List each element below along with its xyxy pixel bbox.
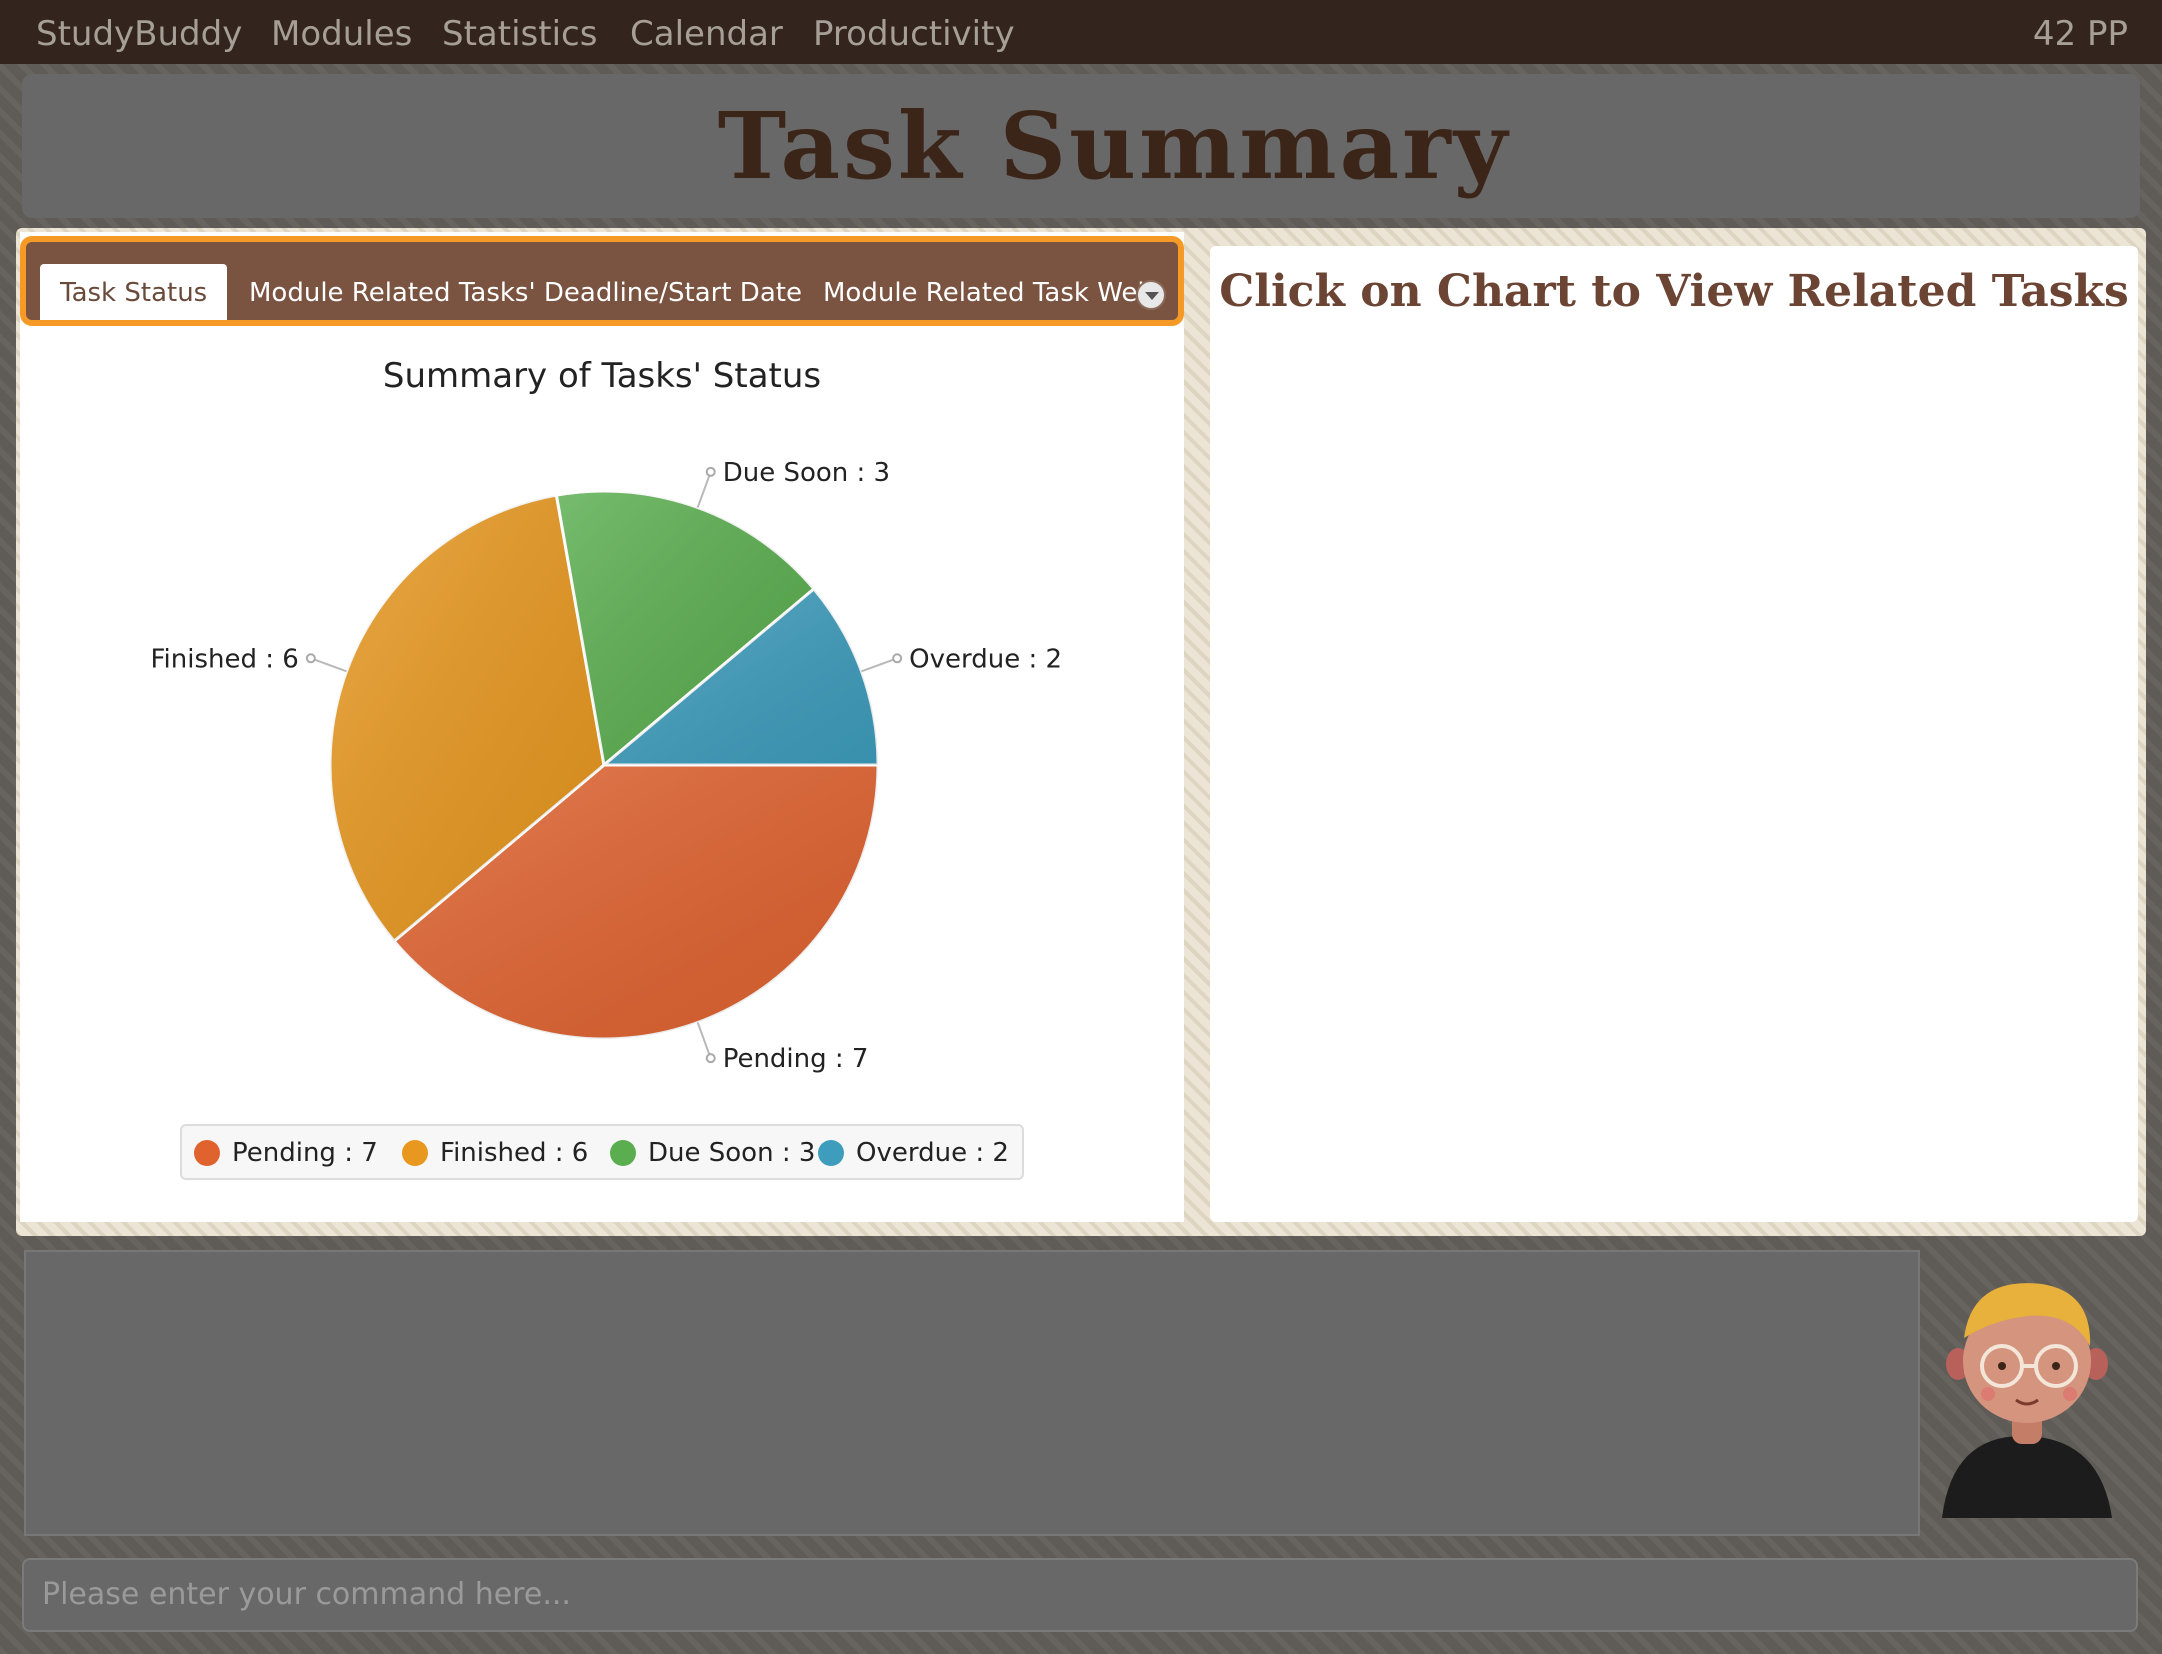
legend-dot-pending — [194, 1140, 220, 1166]
pie-label-due-soon: Due Soon : 3 — [723, 458, 890, 488]
pie-leader-dot-due-soon — [705, 466, 716, 477]
legend-item-overdue: Overdue : 2 — [818, 1126, 1009, 1178]
legend-dot-due-soon — [610, 1140, 636, 1166]
pie-leader-line-finished — [310, 657, 347, 673]
legend-dot-overdue — [818, 1140, 844, 1166]
legend-label-pending: Pending : 7 — [232, 1138, 378, 1168]
pie-leader-line-due-soon — [696, 471, 712, 508]
pie-label-overdue: Overdue : 2 — [909, 644, 1062, 674]
legend-item-pending: Pending : 7 — [194, 1126, 378, 1178]
legend-label-overdue: Overdue : 2 — [856, 1138, 1009, 1168]
related-tasks-heading: Click on Chart to View Related Tasks — [1219, 266, 2129, 317]
legend-item-finished: Finished : 6 — [402, 1126, 588, 1178]
legend-item-due-soon: Due Soon : 3 — [610, 1126, 815, 1178]
legend-label-due-soon: Due Soon : 3 — [648, 1138, 816, 1168]
pie-label-finished: Finished : 6 — [150, 644, 298, 674]
legend-dot-finished — [402, 1140, 428, 1166]
chart-legend: Pending : 7 Finished : 6 Due Soon : 3 Ov… — [180, 1124, 1024, 1180]
command-input[interactable]: Please enter your command here... — [22, 1558, 2138, 1632]
result-display — [24, 1250, 1920, 1536]
pie-leader-dot-pending — [705, 1053, 716, 1064]
pie-label-pending: Pending : 7 — [723, 1044, 869, 1074]
pie-leader-dot-finished — [305, 653, 316, 664]
legend-label-finished: Finished : 6 — [440, 1138, 589, 1168]
pie-leader-line-overdue — [861, 657, 898, 673]
related-tasks-pane — [1210, 246, 2138, 1222]
pie-leader-dot-overdue — [892, 653, 903, 664]
pie-leader-line-pending — [696, 1022, 712, 1059]
avatar — [1942, 1283, 2112, 1518]
